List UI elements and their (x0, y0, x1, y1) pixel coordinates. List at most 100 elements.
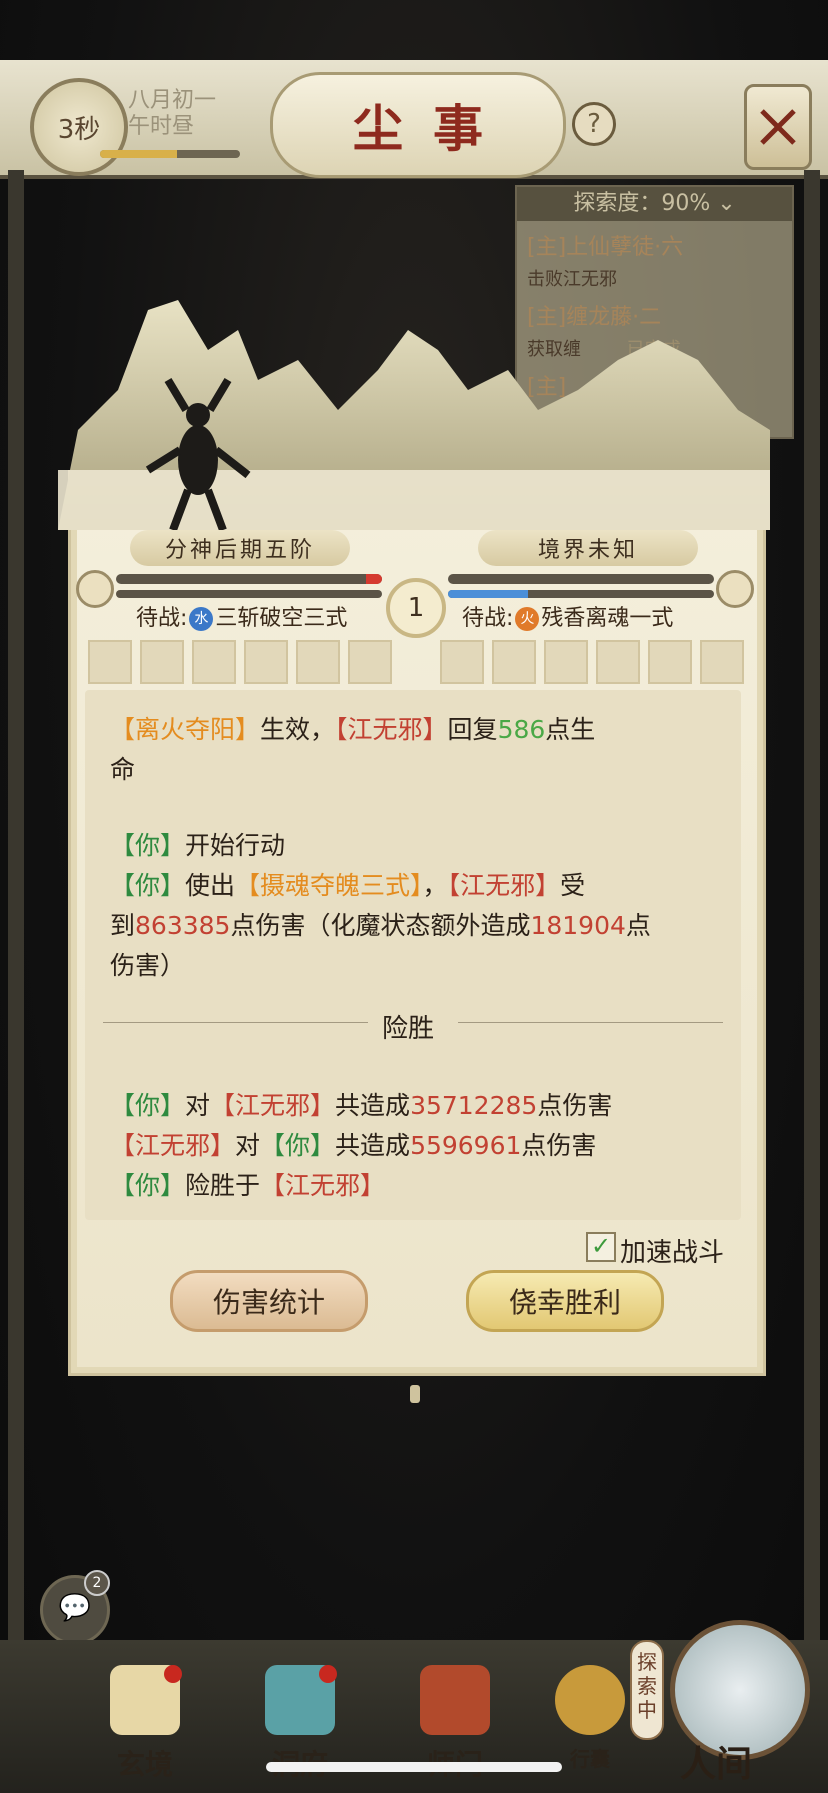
battle-log[interactable]: 【离火夺阳】生效，【江无邪】回复586点生 命 【你】开始行动 【你】使出【摄魂… (85, 690, 741, 1220)
log-text: 对 (185, 1091, 211, 1120)
title-plate: 尘事 (270, 72, 566, 178)
player-buff-slot[interactable] (296, 640, 340, 684)
player-name: 【你】 (260, 1131, 336, 1160)
enemy-name: 【江无邪】 (260, 1171, 386, 1200)
player-name: 【你】 (110, 1171, 186, 1200)
banner-icon (420, 1665, 490, 1735)
nav-item-dongfu[interactable]: 洞府 (245, 1665, 355, 1781)
log-text: 到 (110, 911, 136, 940)
right-pillar (804, 170, 820, 1640)
log-line: 【你】开始行动 (110, 826, 285, 862)
enemy-name: 【江无邪】 (210, 1091, 336, 1120)
enemy-skill: 残香离魂一式 (541, 606, 674, 631)
log-text: 对 (235, 1131, 261, 1160)
time-of-day: 午时昼 (128, 114, 195, 139)
date-display: 八月初一 午时昼 (128, 88, 216, 140)
home-indicator (266, 1762, 562, 1772)
enemy-buff-slot[interactable] (596, 640, 640, 684)
log-text: 点伤害 (537, 1091, 613, 1120)
notification-dot (319, 1665, 337, 1683)
log-line: 伤害） (110, 951, 186, 980)
player-buff-slot[interactable] (348, 640, 392, 684)
round-badge: 1 (386, 578, 446, 638)
status-prefix: 待战: (462, 606, 514, 631)
nav-item-xuanjing[interactable]: 玄境 (90, 1665, 200, 1781)
player-buff-slot[interactable] (192, 640, 236, 684)
victory-label: 侥幸胜利 (508, 1286, 621, 1319)
scroll-handle[interactable] (410, 1385, 420, 1403)
close-button[interactable] (744, 84, 812, 170)
chat-icon: 💬 (58, 1593, 92, 1623)
enemy-realm-plate: 境界未知 (478, 530, 698, 566)
crossed-swords-icon (760, 109, 796, 145)
notification-dot (164, 1665, 182, 1683)
game-screen: 3秒 八月初一 午时昼 尘事 ? 探索度：90% ⌄ [主]上仙孽徒·六 击败江… (0, 0, 828, 1793)
log-text: 点伤害 (521, 1131, 597, 1160)
heal-value: 586 (497, 715, 546, 744)
player-realm: 分神后期五阶 (164, 538, 315, 563)
player-realm-plate: 分神后期五阶 (130, 530, 350, 566)
log-text: 点生 (545, 715, 596, 744)
round-number: 1 (407, 593, 425, 623)
log-text: 开始行动 (185, 831, 286, 860)
player-portrait-icon[interactable] (76, 570, 114, 608)
damage-stats-label: 伤害统计 (212, 1286, 325, 1319)
player-hp-fill (366, 574, 382, 584)
help-icon: ? (587, 109, 601, 139)
world-label[interactable]: 人间 (680, 1735, 752, 1787)
chat-count-badge: 2 (84, 1570, 110, 1596)
enemy-mp-fill (448, 590, 528, 598)
page-title: 尘事 (353, 99, 513, 158)
enemy-portrait-icon[interactable] (716, 570, 754, 608)
log-text: 险胜于 (185, 1171, 261, 1200)
time-progress-fill (100, 150, 177, 158)
exploration-header: 探索度：90% ⌄ (517, 187, 792, 221)
enemy-name: 【江无邪】 (447, 871, 561, 900)
player-mp-bar (116, 590, 382, 598)
player-buff-slot[interactable] (244, 640, 288, 684)
divider-line (103, 1022, 368, 1023)
nav-label: 玄境 (116, 1748, 173, 1781)
log-line: 命 (110, 755, 136, 784)
nav-item-shimen[interactable]: 师门 (400, 1665, 510, 1781)
enemy-name: 【江无邪】 (110, 1131, 236, 1160)
enemy-buff-slot[interactable] (648, 640, 692, 684)
speed-label[interactable]: 加速战斗 (620, 1232, 724, 1269)
log-text: 受 (560, 871, 586, 900)
bag-icon (555, 1665, 625, 1735)
exploring-tag: 探索中 (630, 1640, 664, 1740)
damage-value: 181904 (530, 911, 626, 940)
log-text: ， (422, 871, 448, 900)
help-button[interactable]: ? (572, 102, 616, 146)
exploration-text: 探索度：90% (573, 191, 711, 216)
enemy-buff-slot[interactable] (700, 640, 744, 684)
player-buff-slot[interactable] (88, 640, 132, 684)
log-text: 回复 (447, 715, 498, 744)
time-progress-bar (100, 150, 240, 158)
damage-stats-button[interactable]: 伤害统计 (170, 1270, 368, 1332)
speed-checkbox[interactable]: ✓ (586, 1232, 616, 1262)
log-text: 点 (625, 911, 651, 940)
enemy-buff-slot[interactable] (492, 640, 536, 684)
log-line: 【你】使出【摄魂夺魄三式】，【江无邪】受 (110, 866, 585, 902)
log-text: 使出 (185, 871, 236, 900)
damage-value: 5596961 (410, 1131, 522, 1160)
nav-item-xingnang[interactable]: 行囊 (535, 1665, 645, 1775)
log-line: 到863385点伤害（化魔状态额外造成181904点 (110, 906, 651, 942)
log-line: 【你】对【江无邪】共造成35712285点伤害 (110, 1086, 612, 1122)
quest-title[interactable]: [主]上仙孽徒·六 (517, 221, 792, 261)
player-buff-slot[interactable] (140, 640, 184, 684)
enemy-name: 【江无邪】 (335, 715, 448, 744)
result-divider-label: 险胜 (382, 1014, 435, 1044)
victory-button[interactable]: 侥幸胜利 (466, 1270, 664, 1332)
log-text: 共造成 (335, 1131, 411, 1160)
enemy-buff-slot[interactable] (544, 640, 588, 684)
enemy-buff-slot[interactable] (440, 640, 484, 684)
mountain-scene (58, 300, 770, 530)
player-name: 【你】 (110, 871, 186, 900)
date-line: 八月初一 (128, 88, 217, 113)
divider-line (458, 1022, 723, 1023)
skill-name: 【离火夺阳】 (110, 715, 261, 744)
timer-text: 3秒 (57, 114, 101, 145)
enemy-hp-bar (448, 574, 714, 584)
